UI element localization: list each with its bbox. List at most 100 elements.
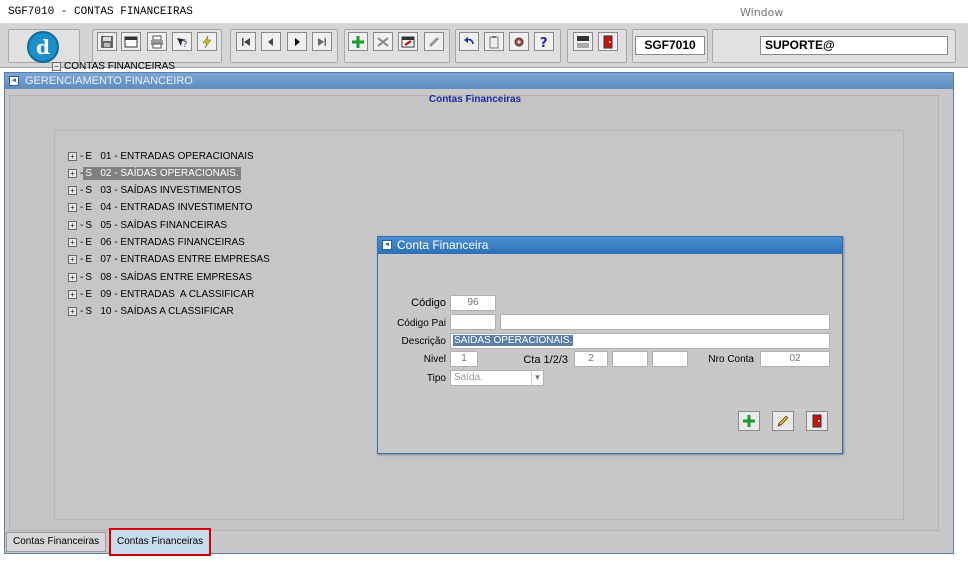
window-button[interactable]: [121, 32, 141, 51]
tree-item-label: S 08 - SAÍDAS ENTRE EMPRESAS: [85, 271, 253, 283]
tree-item-label: E 07 - ENTRADAS ENTRE EMPRESAS: [85, 254, 270, 266]
codigo-pai-field[interactable]: [450, 314, 496, 330]
logo-button[interactable]: d: [17, 30, 69, 64]
logo-group: d: [8, 29, 80, 63]
tree-item-label: S 02 - SAÍDAS OPERACIONAIS.: [83, 166, 241, 180]
expand-icon[interactable]: +: [68, 289, 77, 299]
clipboard-icon: [489, 35, 499, 48]
query-button[interactable]: ?: [172, 32, 192, 51]
dialog-title: ◂ Conta Financeira: [378, 237, 842, 254]
expand-icon[interactable]: +: [68, 255, 77, 265]
help-button[interactable]: ?: [534, 32, 554, 51]
plus-icon: [743, 415, 755, 427]
prev-icon: [268, 37, 273, 46]
exit-button[interactable]: [598, 32, 618, 51]
tree-root[interactable]: − CONTAS FINANCEIRAS: [52, 61, 175, 72]
tree-item[interactable]: + - S 03 - SAÍDAS INVESTIMENTOS: [68, 184, 243, 198]
nivel-field[interactable]: 1: [450, 351, 478, 367]
expand-icon[interactable]: +: [68, 186, 77, 196]
edit-window-icon: [401, 36, 415, 47]
tree-root-label: CONTAS FINANCEIRAS: [64, 61, 175, 72]
printer-icon: [151, 35, 163, 48]
main-window-title-text: GERENCIAMENTO FINANCEIRO: [25, 75, 193, 87]
last-record-button[interactable]: [312, 32, 332, 51]
undo-button[interactable]: [459, 32, 479, 51]
tree-item[interactable]: + - S 08 - SAÍDAS ENTRE EMPRESAS: [68, 270, 254, 284]
clipboard-button[interactable]: [484, 32, 504, 51]
prev-record-button[interactable]: [261, 32, 281, 51]
tree-item[interactable]: + - S 05 - SAÍDAS FINANCEIRAS: [68, 218, 229, 232]
menu-button[interactable]: [573, 32, 593, 51]
collapse-icon[interactable]: −: [52, 62, 61, 71]
expand-icon[interactable]: +: [68, 151, 77, 161]
tree-item-label: E 04 - ENTRADAS INVESTIMENTO: [85, 202, 253, 214]
next-record-button[interactable]: [287, 32, 307, 51]
codigo-label: Código: [411, 297, 446, 309]
menu-icon: [577, 35, 589, 48]
edit-record-button[interactable]: [398, 32, 418, 51]
tipo-select[interactable]: Saída. ▼: [450, 370, 544, 386]
window-icon: ◂: [9, 76, 19, 86]
floppy-icon: [101, 35, 113, 48]
dialog-add-button[interactable]: [738, 411, 760, 431]
nro-conta-field[interactable]: 02: [760, 351, 830, 367]
next-icon: [295, 37, 300, 46]
exit-door-icon: [812, 414, 822, 428]
print-button[interactable]: [147, 32, 167, 51]
descricao-field[interactable]: SAÍDAS OPERACIONAIS.: [450, 333, 830, 349]
svg-text:?: ?: [183, 40, 187, 49]
codigo-field[interactable]: 96: [450, 295, 496, 311]
clear-button[interactable]: [424, 32, 444, 51]
tipo-value: Saída.: [454, 372, 483, 383]
window-icon: [124, 36, 138, 47]
nivel-label: Nivel: [423, 354, 446, 365]
user-field: SUPORTE@: [760, 36, 948, 55]
tree-item-label: S 03 - SAÍDAS INVESTIMENTOS: [85, 185, 242, 197]
cta-label: Cta 1/2/3: [523, 354, 568, 366]
dialog-edit-button[interactable]: [772, 411, 794, 431]
expand-icon[interactable]: +: [68, 220, 77, 230]
insert-record-button[interactable]: [348, 32, 368, 51]
dialog-window-icon: ◂: [382, 240, 392, 250]
query-icon: ?: [177, 37, 187, 49]
cta3-field[interactable]: [652, 351, 688, 367]
execute-query-button[interactable]: [197, 32, 217, 51]
tipo-label: Tipo: [426, 373, 446, 384]
tree-item[interactable]: + - S 02 - SAÍDAS OPERACIONAIS.: [68, 166, 241, 180]
dialog-title-text: Conta Financeira: [397, 238, 489, 252]
cta1-field[interactable]: 2: [574, 351, 608, 367]
exit-door-icon: [603, 35, 613, 48]
expand-icon[interactable]: +: [68, 168, 77, 178]
tab-contas-financeiras-1[interactable]: Contas Financeiras: [6, 532, 107, 552]
expand-icon[interactable]: +: [68, 238, 77, 247]
tree-item[interactable]: + - E 04 - ENTRADAS INVESTIMENTO: [68, 201, 254, 215]
dialog-exit-button[interactable]: [806, 411, 828, 431]
tree-item[interactable]: + - E 01 - ENTRADAS OPERACIONAIS: [68, 149, 256, 163]
main-window-title: ◂ GERENCIAMENTO FINANCEIRO: [5, 73, 953, 89]
svg-text:?: ?: [540, 36, 548, 49]
tree-item-label: E 09 - ENTRADAS A CLASSIFICAR: [85, 288, 255, 300]
help-icon: ?: [540, 36, 548, 49]
delete-record-button[interactable]: [373, 32, 393, 51]
expand-icon[interactable]: +: [68, 203, 77, 213]
lightning-icon: [202, 35, 212, 48]
gear-icon: [514, 37, 524, 46]
tree-item[interactable]: + - E 07 - ENTRADAS ENTRE EMPRESAS: [68, 253, 272, 267]
settings-button[interactable]: [509, 32, 529, 51]
tree-item[interactable]: + - E 09 - ENTRADAS A CLASSIFICAR: [68, 287, 256, 301]
expand-icon[interactable]: +: [68, 272, 77, 282]
expand-icon[interactable]: +: [68, 307, 77, 317]
save-button[interactable]: [97, 32, 117, 51]
title-bar: SGF7010 - CONTAS FINANCEIRAS Window: [0, 0, 968, 24]
cta2-field[interactable]: [612, 351, 648, 367]
tree-item[interactable]: + - S 10 - SAÍDAS A CLASSIFICAR: [68, 305, 236, 319]
eraser-icon: [428, 36, 440, 47]
plus-icon: [352, 35, 364, 48]
panel-caption: Contas Financeiras: [428, 94, 522, 105]
first-record-button[interactable]: [236, 32, 256, 51]
codigo-pai-description-field[interactable]: [500, 314, 830, 330]
menu-window[interactable]: Window: [740, 6, 783, 19]
tab-contas-financeiras-2[interactable]: Contas Financeiras: [109, 528, 212, 556]
tree-item[interactable]: + - E 06 - ENTRADAS FINANCEIRAS: [68, 236, 247, 250]
logo-icon: d: [27, 31, 59, 63]
